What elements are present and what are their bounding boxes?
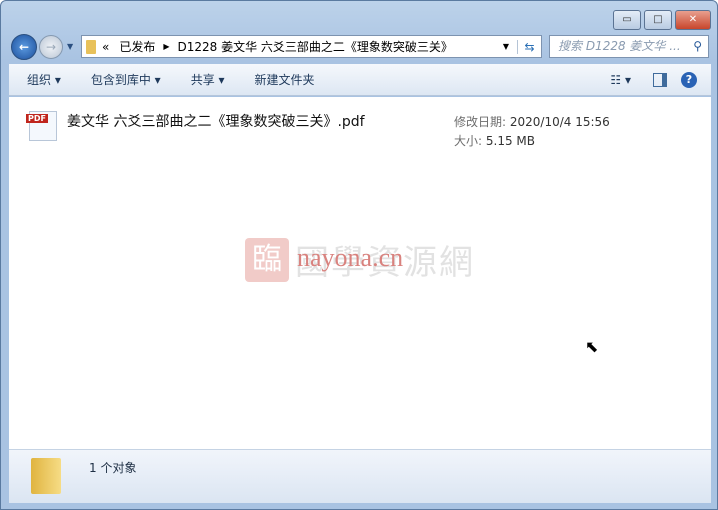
preview-pane-icon[interactable] — [653, 72, 667, 87]
file-item[interactable]: PDF 姜文华 六爻三部曲之二《理象数突破三关》.pdf 修改日期: 2020/… — [25, 109, 625, 148]
breadcrumb-overflow[interactable]: « — [102, 40, 109, 54]
modified-date: 修改日期: 2020/10/4 15:56 — [454, 115, 610, 129]
breadcrumb-separator-icon[interactable]: ▶ — [163, 42, 169, 51]
include-in-library-menu[interactable]: 包含到库中 ▾ — [91, 71, 161, 88]
watermark-logo: 臨 — [245, 237, 289, 282]
help-icon[interactable]: ? — [681, 71, 697, 88]
search-input[interactable]: 搜索 D1228 姜文华 ... ⚲ — [549, 35, 709, 58]
address-bar[interactable]: « 已发布 ▶ D1228 姜文华 六爻三部曲之二《理象数突破三关》 ▼ ⇆ — [81, 35, 542, 58]
item-count: 1 个对象 — [89, 461, 137, 475]
mouse-cursor: ⬉ — [585, 337, 599, 356]
file-list: PDF 姜文华 六爻三部曲之二《理象数突破三关》.pdf 修改日期: 2020/… — [9, 97, 711, 449]
back-button[interactable]: ← — [11, 34, 37, 60]
file-name: 姜文华 六爻三部曲之二《理象数突破三关》.pdf — [67, 114, 365, 130]
command-bar: 组织 ▾ 包含到库中 ▾ 共享 ▾ 新建文件夹 ☷ ▾ ? — [9, 64, 711, 96]
refresh-icon[interactable]: ⇆ — [517, 39, 541, 54]
maximize-button[interactable]: □ — [644, 10, 672, 30]
search-icon: ⚲ — [693, 39, 702, 53]
new-folder-button[interactable]: 新建文件夹 — [255, 71, 315, 88]
close-button[interactable]: ✕ — [675, 10, 711, 30]
breadcrumb-item[interactable]: 已发布 — [119, 38, 155, 55]
address-dropdown-icon[interactable]: ▼ — [503, 42, 509, 51]
file-size: 大小: 5.15 MB — [454, 134, 535, 148]
watermark: 臨 國學資源網 nayona.cn — [245, 235, 475, 284]
breadcrumb-item[interactable]: D1228 姜文华 六爻三部曲之二《理象数突破三关》 — [178, 38, 453, 55]
folder-icon — [31, 458, 61, 494]
share-menu[interactable]: 共享 ▾ — [191, 71, 225, 88]
organize-menu[interactable]: 组织 ▾ — [27, 71, 61, 88]
forward-button[interactable]: → — [39, 35, 63, 59]
folder-icon — [86, 39, 96, 54]
pdf-icon: PDF — [26, 111, 57, 141]
view-options-icon[interactable]: ☷ ▾ — [610, 73, 631, 87]
details-pane: 1 个对象 — [9, 449, 711, 503]
minimize-button[interactable]: ▭ — [613, 10, 641, 30]
recent-pages-dropdown[interactable]: ▼ — [67, 42, 73, 51]
explorer-window: ▭ □ ✕ ← → ▼ « 已发布 ▶ D1228 姜文华 六爻三部曲之二《理象… — [0, 0, 718, 510]
